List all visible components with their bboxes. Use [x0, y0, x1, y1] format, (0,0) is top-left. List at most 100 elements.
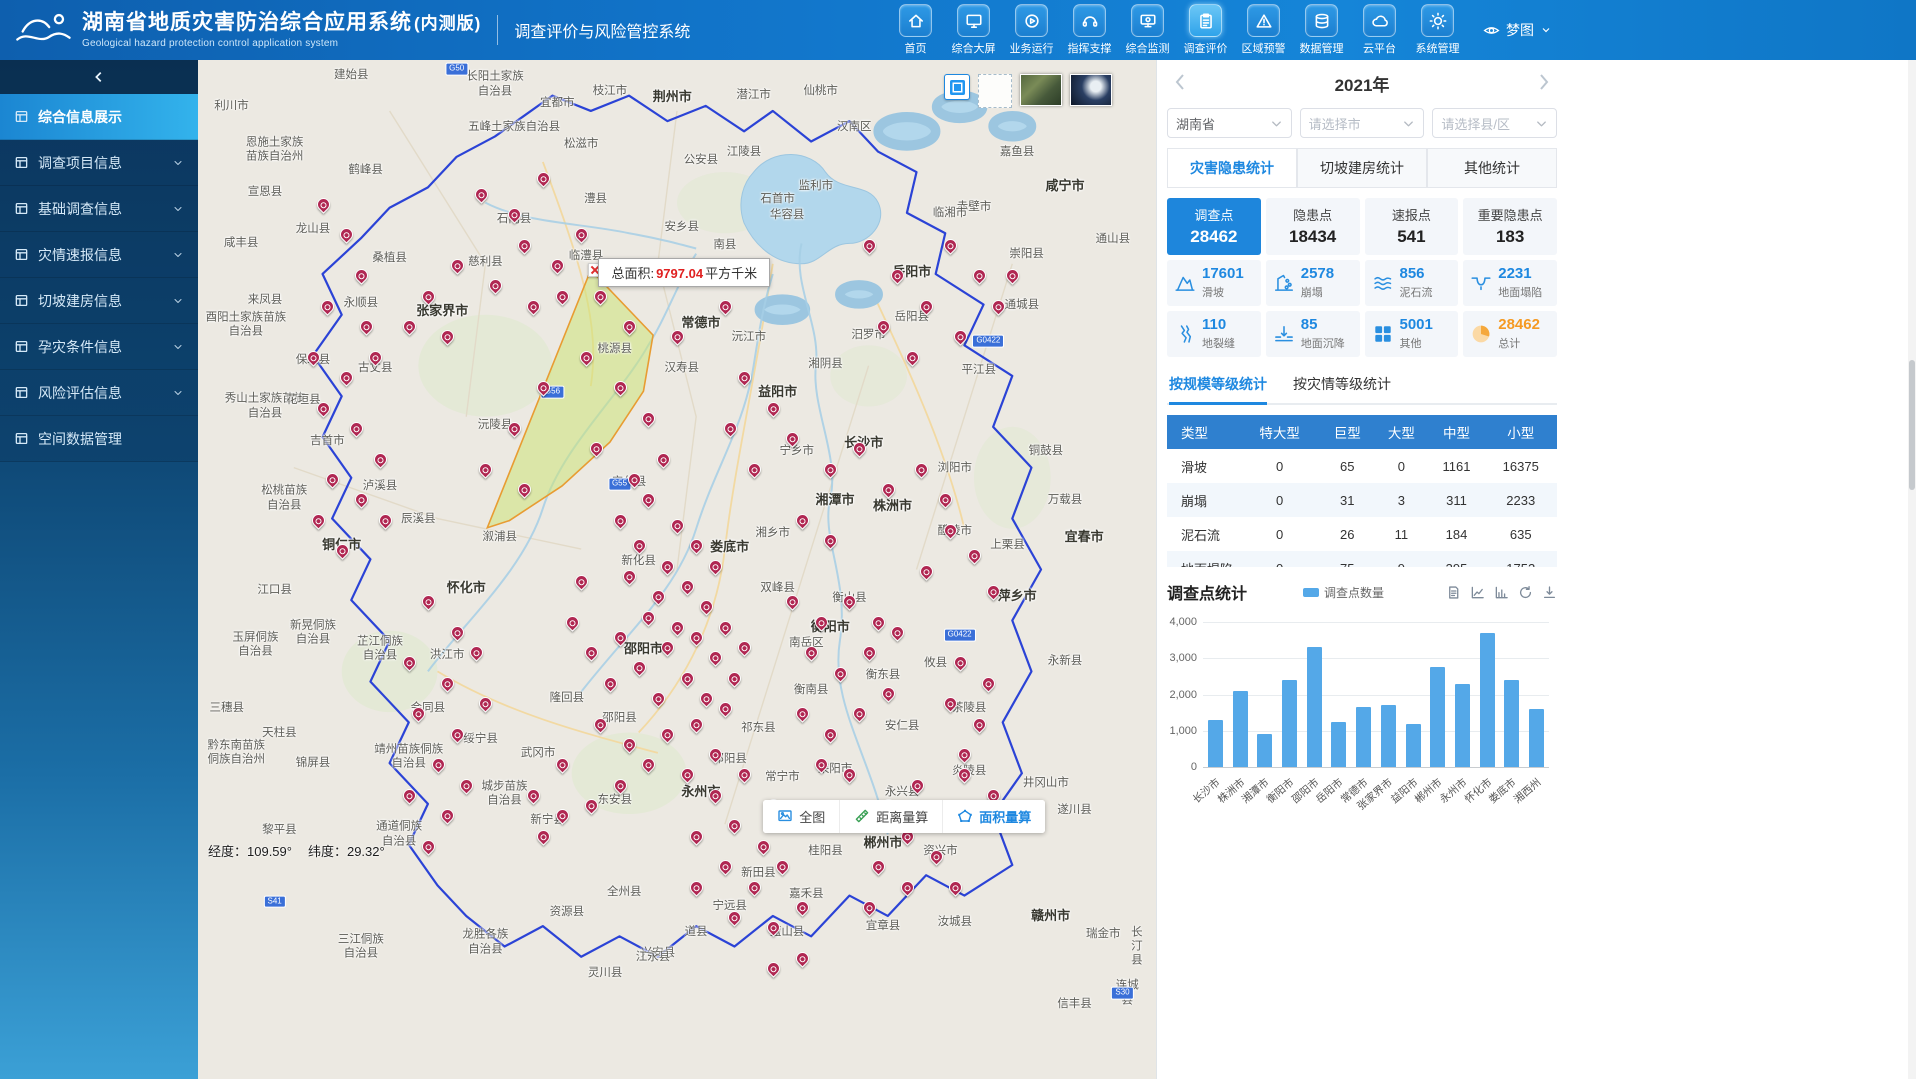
- select-value: 请选择市: [1309, 114, 1361, 133]
- fullmap-tool-button[interactable]: 全图: [763, 800, 840, 833]
- card-important-danger-points[interactable]: 重要隐患点183: [1463, 198, 1557, 255]
- sidebar-item-spatial-data-management[interactable]: 空间数据管理: [0, 416, 198, 462]
- table-cell: 滑坡: [1167, 449, 1239, 483]
- layer-toggle-button[interactable]: [944, 74, 970, 100]
- refresh-button[interactable]: [1518, 585, 1533, 600]
- card-collapse[interactable]: 2231地面塌陷: [1463, 260, 1557, 306]
- chevron-down-icon: [1535, 117, 1548, 130]
- download-button[interactable]: [1542, 585, 1557, 600]
- gridline: [1203, 622, 1549, 623]
- chart-bar[interactable]: [1455, 684, 1470, 767]
- prev-year-button[interactable]: [1169, 72, 1193, 97]
- table-row[interactable]: 泥石流02611184635: [1167, 517, 1557, 551]
- nav-item-warning[interactable]: 区域预警: [1240, 4, 1287, 56]
- select-province[interactable]: 湖南省: [1167, 108, 1292, 138]
- layers-icon: [950, 80, 965, 95]
- basemap-imagery-thumb[interactable]: [1020, 74, 1062, 106]
- survey-bar-chart: 01,0002,0003,0004,000长沙市株洲市湘潭市衡阳市邵阳市岳阳市常…: [1167, 610, 1557, 865]
- sidebar-item-overview[interactable]: 综合信息展示: [0, 94, 198, 140]
- nav-item-survey[interactable]: 调查评价: [1182, 4, 1229, 56]
- chart-bar[interactable]: [1331, 722, 1346, 767]
- chart-bar[interactable]: [1307, 647, 1322, 767]
- table-row[interactable]: 崩塌03133112233: [1167, 483, 1557, 517]
- sidebar-item-hazard-condition-info[interactable]: 孕灾条件信息: [0, 324, 198, 370]
- debris-icon: [1372, 272, 1394, 294]
- chart-bar[interactable]: [1356, 707, 1371, 767]
- select-city[interactable]: 请选择市: [1300, 108, 1425, 138]
- chart-bar[interactable]: [1504, 680, 1519, 767]
- chart-bar[interactable]: [1529, 709, 1544, 767]
- card-subside[interactable]: 85地面沉降: [1266, 311, 1360, 357]
- card-quick-report-points[interactable]: 速报点541: [1365, 198, 1459, 255]
- sidebar-item-disaster-report-info[interactable]: 灾情速报信息: [0, 232, 198, 278]
- table-cell: 0: [1239, 551, 1320, 567]
- nav-item-cloud[interactable]: 云平台: [1356, 4, 1403, 56]
- card-other[interactable]: 5001其他: [1365, 311, 1459, 357]
- table-cell: 0: [1239, 449, 1320, 483]
- data-view-button[interactable]: [1446, 585, 1461, 600]
- tab-slope-house-stat[interactable]: 切坡建房统计: [1297, 148, 1427, 187]
- chart-bar[interactable]: [1381, 705, 1396, 767]
- card-survey-points[interactable]: 调查点28462: [1167, 198, 1261, 255]
- distance-tool-button[interactable]: 距离量算: [840, 800, 943, 833]
- subtab-disaster-level[interactable]: 按灾情等级统计: [1293, 374, 1391, 403]
- disaster-report-info-icon: [14, 247, 29, 262]
- sidebar-collapse-button[interactable]: [0, 60, 198, 94]
- card-crack[interactable]: 110地裂缝: [1167, 311, 1261, 357]
- nav-item-operation[interactable]: 业务运行: [1008, 4, 1055, 56]
- subtab-scale-level[interactable]: 按规模等级统计: [1169, 374, 1267, 403]
- nav-item-home[interactable]: 首页: [892, 4, 939, 56]
- nav-item-system[interactable]: 系统管理: [1414, 4, 1461, 56]
- spatial-data-management-icon: [14, 431, 29, 446]
- table-row[interactable]: 滑坡0650116116375: [1167, 449, 1557, 483]
- area-tool-button[interactable]: 面积量算: [943, 800, 1045, 833]
- chart-bar[interactable]: [1282, 680, 1297, 767]
- chart-bar[interactable]: [1430, 667, 1445, 767]
- tab-hazard-stat[interactable]: 灾害隐患统计: [1167, 148, 1297, 187]
- table-cell: 11: [1374, 517, 1428, 551]
- sidebar-item-slope-house-info[interactable]: 切坡建房信息: [0, 278, 198, 324]
- next-year-button[interactable]: [1531, 72, 1555, 97]
- nav-item-database[interactable]: 数据管理: [1298, 4, 1345, 56]
- basemap-dark-thumb[interactable]: [1070, 74, 1112, 106]
- nav-label: 云平台: [1363, 40, 1396, 56]
- card-hidden-danger-points[interactable]: 隐患点18434: [1266, 198, 1360, 255]
- road-badge: S30: [1111, 987, 1133, 1000]
- sidebar-item-risk-assessment-info[interactable]: 风险评估信息: [0, 370, 198, 416]
- sidebar-item-base-survey-info[interactable]: 基础调查信息: [0, 186, 198, 232]
- card-value: 183: [1463, 227, 1557, 247]
- nav-item-command[interactable]: 指挥支撑: [1066, 4, 1113, 56]
- table-row[interactable]: 地面塌陷07593951752: [1167, 551, 1557, 567]
- screen-icon: [965, 12, 983, 30]
- page-scrollbar[interactable]: [1908, 60, 1916, 1079]
- card-landslide[interactable]: 17601滑坡: [1167, 260, 1261, 306]
- username: 梦图: [1506, 20, 1534, 40]
- bar-chart-button[interactable]: [1494, 585, 1509, 600]
- chart-bar[interactable]: [1480, 633, 1495, 767]
- chart-toolbar: [1446, 585, 1557, 600]
- card-debris[interactable]: 856泥石流: [1365, 260, 1459, 306]
- map-canvas[interactable]: 利川市建始县长阳土家族 自治县宜都市枝江市荆州市潜江市仙桃市汉南区五峰土家族自治…: [198, 60, 1156, 1079]
- card-label: 泥石流: [1400, 284, 1433, 300]
- chevron-down-icon: [172, 157, 184, 169]
- nav-item-monitor[interactable]: 综合监测: [1124, 4, 1171, 56]
- card-rockfall[interactable]: 2578崩塌: [1266, 260, 1360, 306]
- chart-bar[interactable]: [1257, 734, 1272, 767]
- sidebar-item-project-info[interactable]: 调查项目信息: [0, 140, 198, 186]
- refresh-icon: [1518, 585, 1533, 600]
- chart-bar[interactable]: [1406, 724, 1421, 768]
- table-cell: 16375: [1485, 449, 1558, 483]
- nav-item-screen[interactable]: 综合大屏: [950, 4, 997, 56]
- line-chart-button[interactable]: [1470, 585, 1485, 600]
- chart-bar[interactable]: [1233, 691, 1248, 767]
- user-menu[interactable]: 梦图: [1483, 20, 1552, 40]
- nav-label: 调查评价: [1184, 40, 1228, 56]
- card-total[interactable]: 28462总计: [1463, 311, 1557, 357]
- tab-other-stat[interactable]: 其他统计: [1427, 148, 1557, 187]
- select-county[interactable]: 请选择县/区: [1432, 108, 1557, 138]
- basemap-blank-thumb[interactable]: [978, 74, 1012, 108]
- column-header: 特大型: [1239, 415, 1320, 449]
- chart-legend[interactable]: 调查点数量: [1303, 584, 1384, 601]
- chart-bar[interactable]: [1208, 720, 1223, 767]
- stat-tabs: 灾害隐患统计切坡建房统计其他统计: [1167, 148, 1557, 188]
